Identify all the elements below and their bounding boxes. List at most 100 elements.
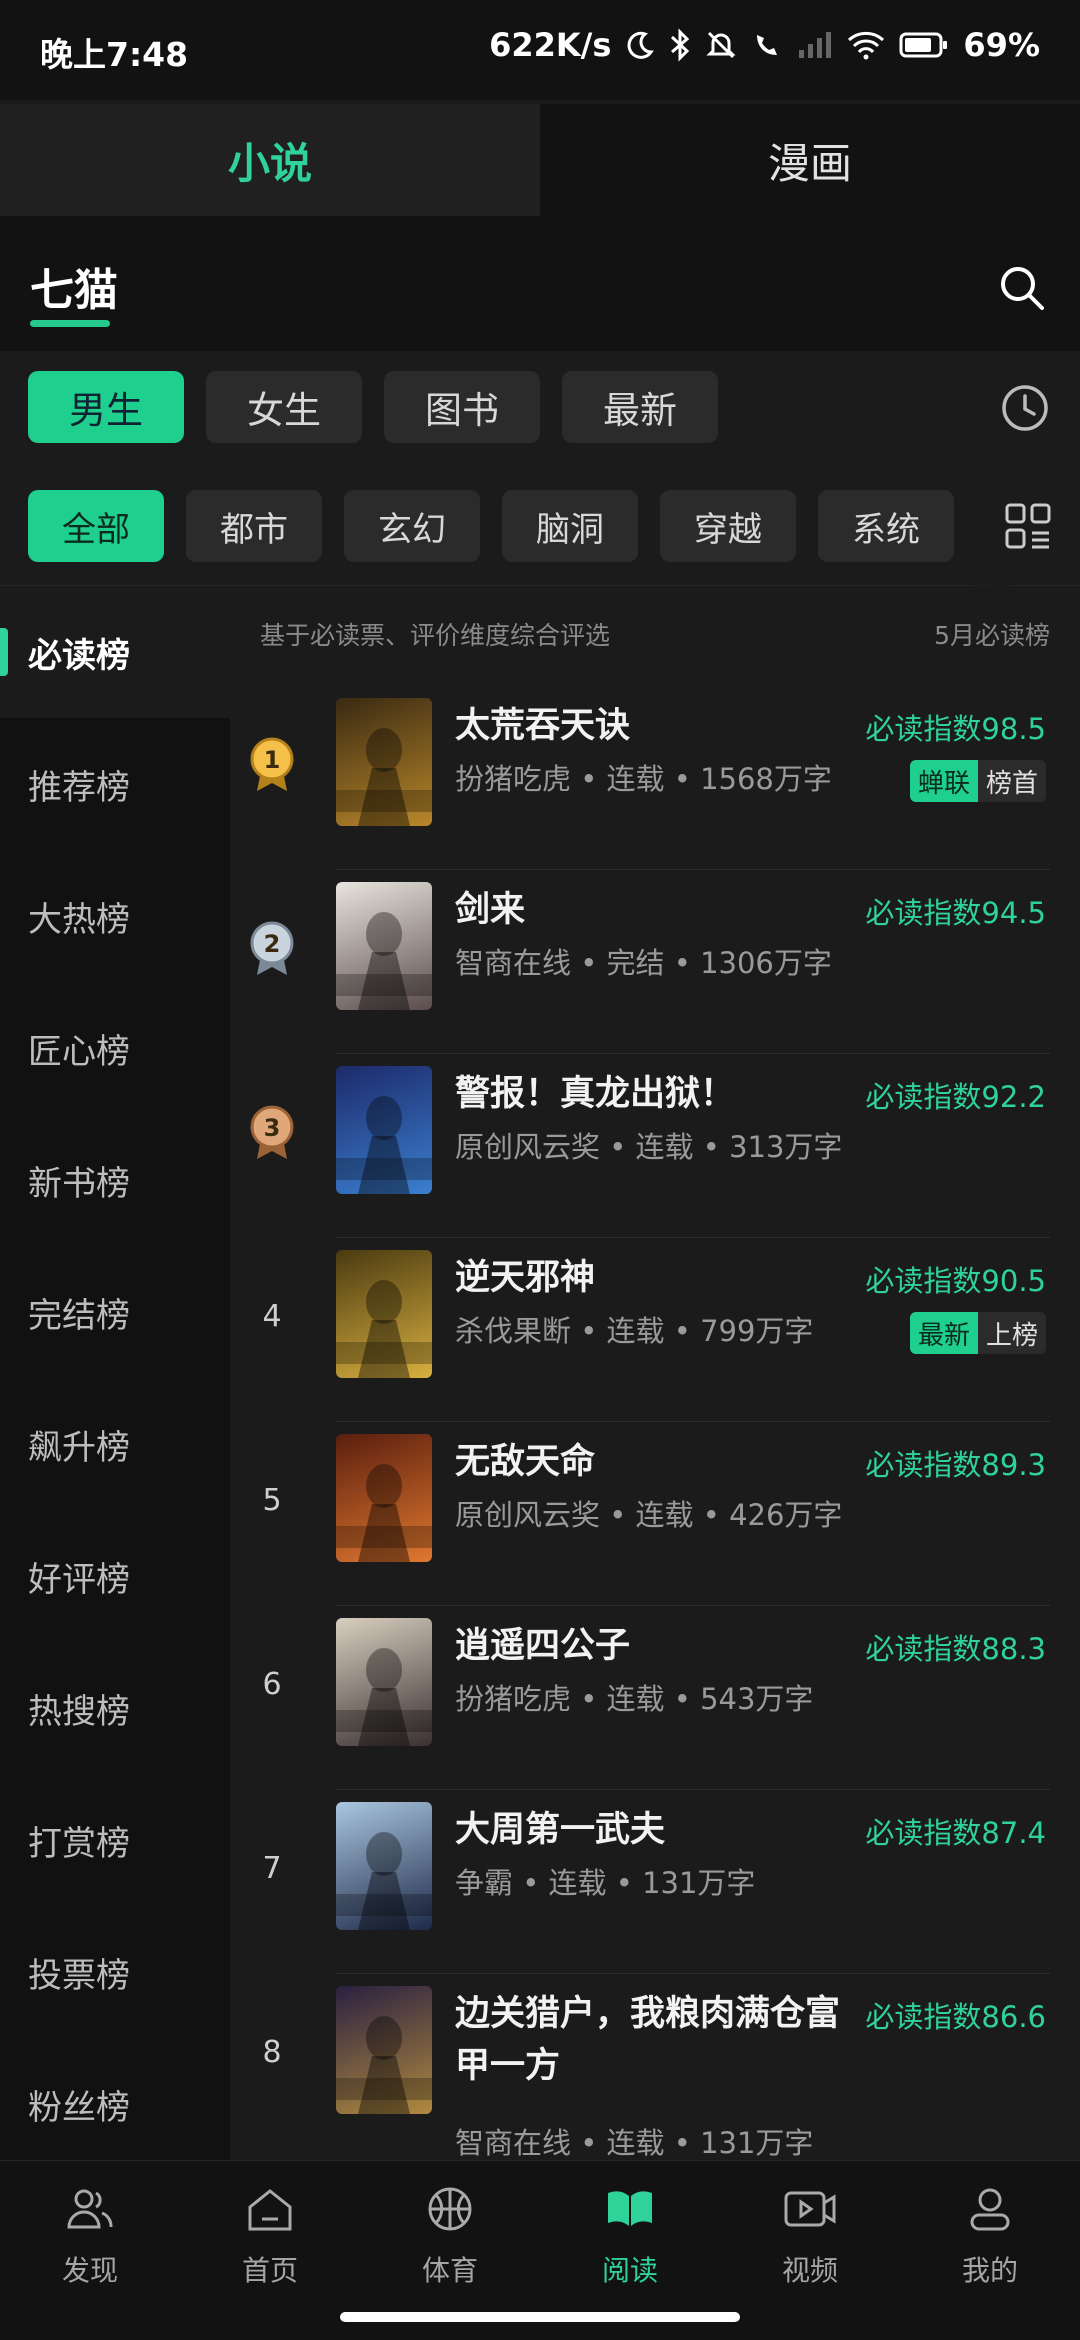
book-title[interactable]: 无敌天命 bbox=[455, 1436, 855, 1488]
sidebar-item-trending-search[interactable]: 热搜榜 bbox=[0, 1642, 230, 1774]
filter-newest[interactable]: 最新 bbox=[562, 371, 718, 443]
network-speed: 622K/s bbox=[489, 26, 612, 64]
book-title[interactable]: 大周第一武夫 bbox=[455, 1804, 855, 1856]
book-meta: 扮猪吃虎 • 连载 • 543万字 bbox=[455, 1682, 814, 1716]
sidebar-item-craft[interactable]: 匠心榜 bbox=[0, 982, 230, 1114]
category-fantasy[interactable]: 玄幻 bbox=[344, 490, 480, 562]
nav-video[interactable]: 视频 bbox=[720, 2183, 900, 2303]
ranking-description: 基于必读票、评价维度综合评选 bbox=[260, 621, 611, 650]
book-cover-image[interactable] bbox=[336, 1066, 432, 1194]
book-meta: 杀伐果断 • 连载 • 799万字 bbox=[455, 1314, 814, 1348]
category-system[interactable]: 系统 bbox=[818, 490, 954, 562]
must-read-score: 必读指数89.3 bbox=[865, 1448, 1046, 1482]
tab-novel[interactable]: 小说 bbox=[0, 104, 540, 216]
rank-medal-icon: 1 bbox=[242, 734, 302, 794]
book-row[interactable]: 1 太荒吞天诀 扮猪吃虎 • 连载 • 1568万字 必读指数98.5 蝉联 榜… bbox=[230, 686, 1080, 870]
book-ranking-list: 基于必读票、评价维度综合评选 5月必读榜 1 太荒吞天诀 扮猪吃虎 • 连载 •… bbox=[230, 586, 1080, 2160]
nav-reading[interactable]: 阅读 bbox=[540, 2183, 720, 2303]
category-scroll-fade bbox=[960, 466, 1010, 586]
source-bar: 七猫 bbox=[0, 216, 1080, 351]
book-row[interactable]: 4 逆天邪神 杀伐果断 • 连载 • 799万字 必读指数90.5 最新 上榜 bbox=[230, 1238, 1080, 1422]
book-cover-image[interactable] bbox=[336, 882, 432, 1010]
rank-number: 6 bbox=[262, 1666, 282, 1702]
profile-icon bbox=[964, 2183, 1016, 2239]
book-meta: 原创风云奖 • 连载 • 426万字 bbox=[455, 1498, 843, 1532]
book-row[interactable]: 5 无敌天命 原创风云奖 • 连载 • 426万字 必读指数89.3 bbox=[230, 1422, 1080, 1606]
nav-home-label: 首页 bbox=[241, 2254, 298, 2287]
book-cover-image[interactable] bbox=[336, 1986, 432, 2114]
sidebar-item-votes[interactable]: 投票榜 bbox=[0, 1906, 230, 2038]
must-read-score: 必读指数94.5 bbox=[865, 896, 1046, 930]
rank-number: 7 bbox=[262, 1850, 282, 1886]
filter-books[interactable]: 图书 bbox=[384, 371, 540, 443]
book-cover-image[interactable] bbox=[336, 1250, 432, 1378]
book-title[interactable]: 剑来 bbox=[455, 884, 855, 936]
nav-discover[interactable]: 发现 bbox=[0, 2183, 180, 2303]
must-read-score: 必读指数98.5 bbox=[865, 712, 1046, 746]
rank-badge-primary: 最新 bbox=[909, 1312, 978, 1354]
book-title[interactable]: 逍遥四公子 bbox=[455, 1620, 855, 1672]
book-cover-image[interactable] bbox=[336, 1802, 432, 1930]
sidebar-item-must-read[interactable]: 必读榜 bbox=[0, 586, 230, 718]
category-brainhole[interactable]: 脑洞 bbox=[502, 490, 638, 562]
sidebar-item-tips[interactable]: 打赏榜 bbox=[0, 1774, 230, 1906]
book-title[interactable]: 逆天邪神 bbox=[455, 1252, 855, 1304]
book-meta: 扮猪吃虎 • 连载 • 1568万字 bbox=[455, 762, 832, 796]
ranking-sidebar: 必读榜 推荐榜 大热榜 匠心榜 新书榜 完结榜 飙升榜 好评榜 热搜榜 打赏榜 … bbox=[0, 586, 230, 2160]
book-row[interactable]: 3 警报！真龙出狱！ 原创风云奖 • 连载 • 313万字 必读指数92.2 bbox=[230, 1054, 1080, 1238]
sidebar-item-new-books[interactable]: 新书榜 bbox=[0, 1114, 230, 1246]
sidebar-item-rising[interactable]: 飙升榜 bbox=[0, 1378, 230, 1510]
must-read-score: 必读指数88.3 bbox=[865, 1632, 1046, 1666]
book-row[interactable]: 7 大周第一武夫 争霸 • 连载 • 131万字 必读指数87.4 bbox=[230, 1790, 1080, 1974]
category-time-travel[interactable]: 穿越 bbox=[660, 490, 796, 562]
nav-profile[interactable]: 我的 bbox=[900, 2183, 1080, 2303]
filter-male[interactable]: 男生 bbox=[28, 371, 184, 443]
book-row[interactable]: 8 边关猎户，我粮肉满仓富甲一方 智商在线 • 连载 • 131万字 必读指数8… bbox=[230, 1974, 1080, 2160]
book-title[interactable]: 太荒吞天诀 bbox=[455, 700, 855, 752]
filter-female[interactable]: 女生 bbox=[206, 371, 362, 443]
book-cover-image[interactable] bbox=[336, 698, 432, 826]
book-meta: 争霸 • 连载 • 131万字 bbox=[455, 1866, 756, 1900]
book-row[interactable]: 2 剑来 智商在线 • 完结 • 1306万字 必读指数94.5 bbox=[230, 870, 1080, 1054]
tab-comic[interactable]: 漫画 bbox=[540, 104, 1080, 216]
grid-menu-icon[interactable] bbox=[1004, 502, 1052, 550]
nav-sports[interactable]: 体育 bbox=[360, 2183, 540, 2303]
sidebar-item-recommended[interactable]: 推荐榜 bbox=[0, 718, 230, 850]
book-cover-image[interactable] bbox=[336, 1434, 432, 1562]
mute-bell-icon bbox=[705, 29, 737, 61]
home-icon bbox=[244, 2183, 296, 2239]
history-clock-icon[interactable] bbox=[1000, 383, 1050, 433]
book-icon bbox=[604, 2183, 656, 2239]
home-indicator[interactable] bbox=[340, 2312, 740, 2322]
battery-percent: 69% bbox=[963, 26, 1040, 64]
rank-badge-secondary: 上榜 bbox=[977, 1312, 1046, 1354]
rank-number: 8 bbox=[262, 2034, 282, 2070]
discover-icon bbox=[64, 2183, 116, 2239]
wifi-icon bbox=[847, 30, 885, 60]
book-cover-image[interactable] bbox=[336, 1618, 432, 1746]
content-type-tabs: 小说 漫画 bbox=[0, 104, 1080, 216]
status-bar: 晚上7:48 622K/s 69% bbox=[0, 0, 1080, 100]
rank-number: 3 bbox=[264, 1114, 281, 1142]
category-urban[interactable]: 都市 bbox=[186, 490, 322, 562]
gender-filter-row: 男生 女生 图书 最新 bbox=[0, 351, 1080, 466]
sidebar-item-hot[interactable]: 大热榜 bbox=[0, 850, 230, 982]
rank-badge-primary: 蝉联 bbox=[909, 760, 978, 802]
book-title[interactable]: 警报！真龙出狱！ bbox=[455, 1068, 855, 1120]
rank-medal-icon: 2 bbox=[242, 918, 302, 978]
search-icon[interactable] bbox=[994, 260, 1050, 316]
source-tab-qimao[interactable]: 七猫 bbox=[30, 254, 118, 318]
sidebar-item-completed[interactable]: 完结榜 bbox=[0, 1246, 230, 1378]
sidebar-item-fans[interactable]: 粉丝榜 bbox=[0, 2038, 230, 2170]
video-icon bbox=[782, 2183, 838, 2239]
book-meta: 原创风云奖 • 连载 • 313万字 bbox=[455, 1130, 843, 1164]
book-row[interactable]: 6 逍遥四公子 扮猪吃虎 • 连载 • 543万字 必读指数88.3 bbox=[230, 1606, 1080, 1790]
book-meta: 智商在线 • 连载 • 131万字 bbox=[455, 2126, 814, 2160]
battery-icon bbox=[899, 31, 949, 59]
category-all[interactable]: 全部 bbox=[28, 490, 164, 562]
nav-home[interactable]: 首页 bbox=[180, 2183, 360, 2303]
nav-reading-label: 阅读 bbox=[601, 2254, 658, 2287]
rank-badge: 蝉联 榜首 bbox=[909, 760, 1046, 802]
book-title[interactable]: 边关猎户，我粮肉满仓富甲一方 bbox=[455, 1988, 855, 2092]
sidebar-item-good-reviews[interactable]: 好评榜 bbox=[0, 1510, 230, 1642]
